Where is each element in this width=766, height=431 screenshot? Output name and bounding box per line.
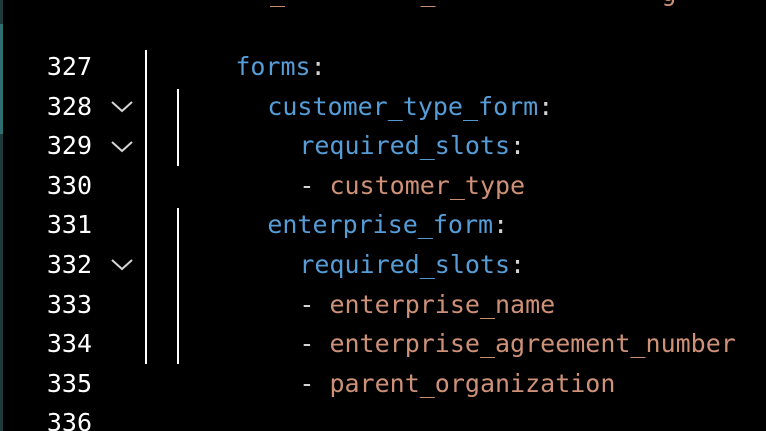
indent-guide bbox=[177, 208, 179, 364]
indent-guide bbox=[145, 50, 147, 364]
code-line[interactable]: 331 enterprise_form: bbox=[0, 166, 766, 271]
code-line[interactable]: 334 - enterprise_agreement_number bbox=[0, 285, 766, 358]
line-number: 336 bbox=[46, 408, 92, 431]
code-line[interactable]: 335 - parent_organization bbox=[0, 325, 766, 398]
chevron-down-icon[interactable] bbox=[108, 16, 136, 113]
code-line[interactable]: 336 bbox=[0, 364, 766, 431]
code-line[interactable]: 328 customer_type_form: bbox=[0, 48, 766, 153]
code-line[interactable]: 333 - enterprise_name bbox=[0, 246, 766, 319]
chevron-down-icon[interactable] bbox=[108, 174, 136, 271]
code-line[interactable]: 330 - customer_type bbox=[0, 127, 766, 200]
code-editor[interactable]: _ _ g 327 forms: 328 customer_type_form:… bbox=[0, 0, 766, 431]
clipped-previous-line: _ _ g bbox=[270, 0, 676, 8]
code-line[interactable]: 327 forms: bbox=[0, 8, 766, 113]
chevron-down-icon[interactable] bbox=[108, 56, 136, 153]
code-line[interactable]: 332 required_slots: bbox=[0, 206, 766, 279]
code-line[interactable]: 329 required_slots: bbox=[0, 87, 766, 160]
indent-guide bbox=[177, 89, 179, 166]
